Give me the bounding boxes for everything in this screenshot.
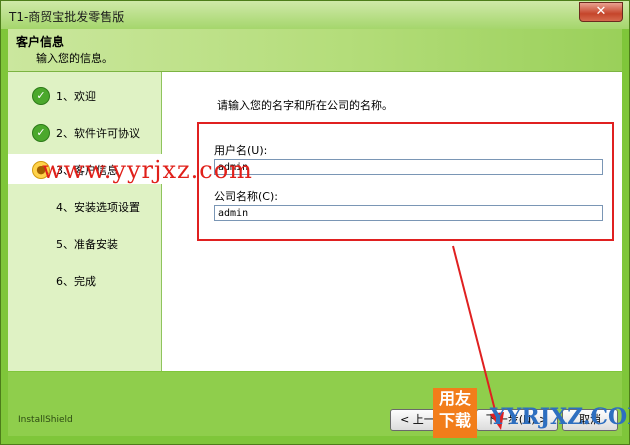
- annotation-arrow-icon: [452, 245, 504, 430]
- yonyou-logo: 用友 下载: [433, 388, 477, 438]
- logo-text-1: 用友: [438, 389, 471, 408]
- site-logo-text: YYRJXZ.COM: [490, 404, 630, 430]
- logo-text-2: 下载: [438, 411, 471, 430]
